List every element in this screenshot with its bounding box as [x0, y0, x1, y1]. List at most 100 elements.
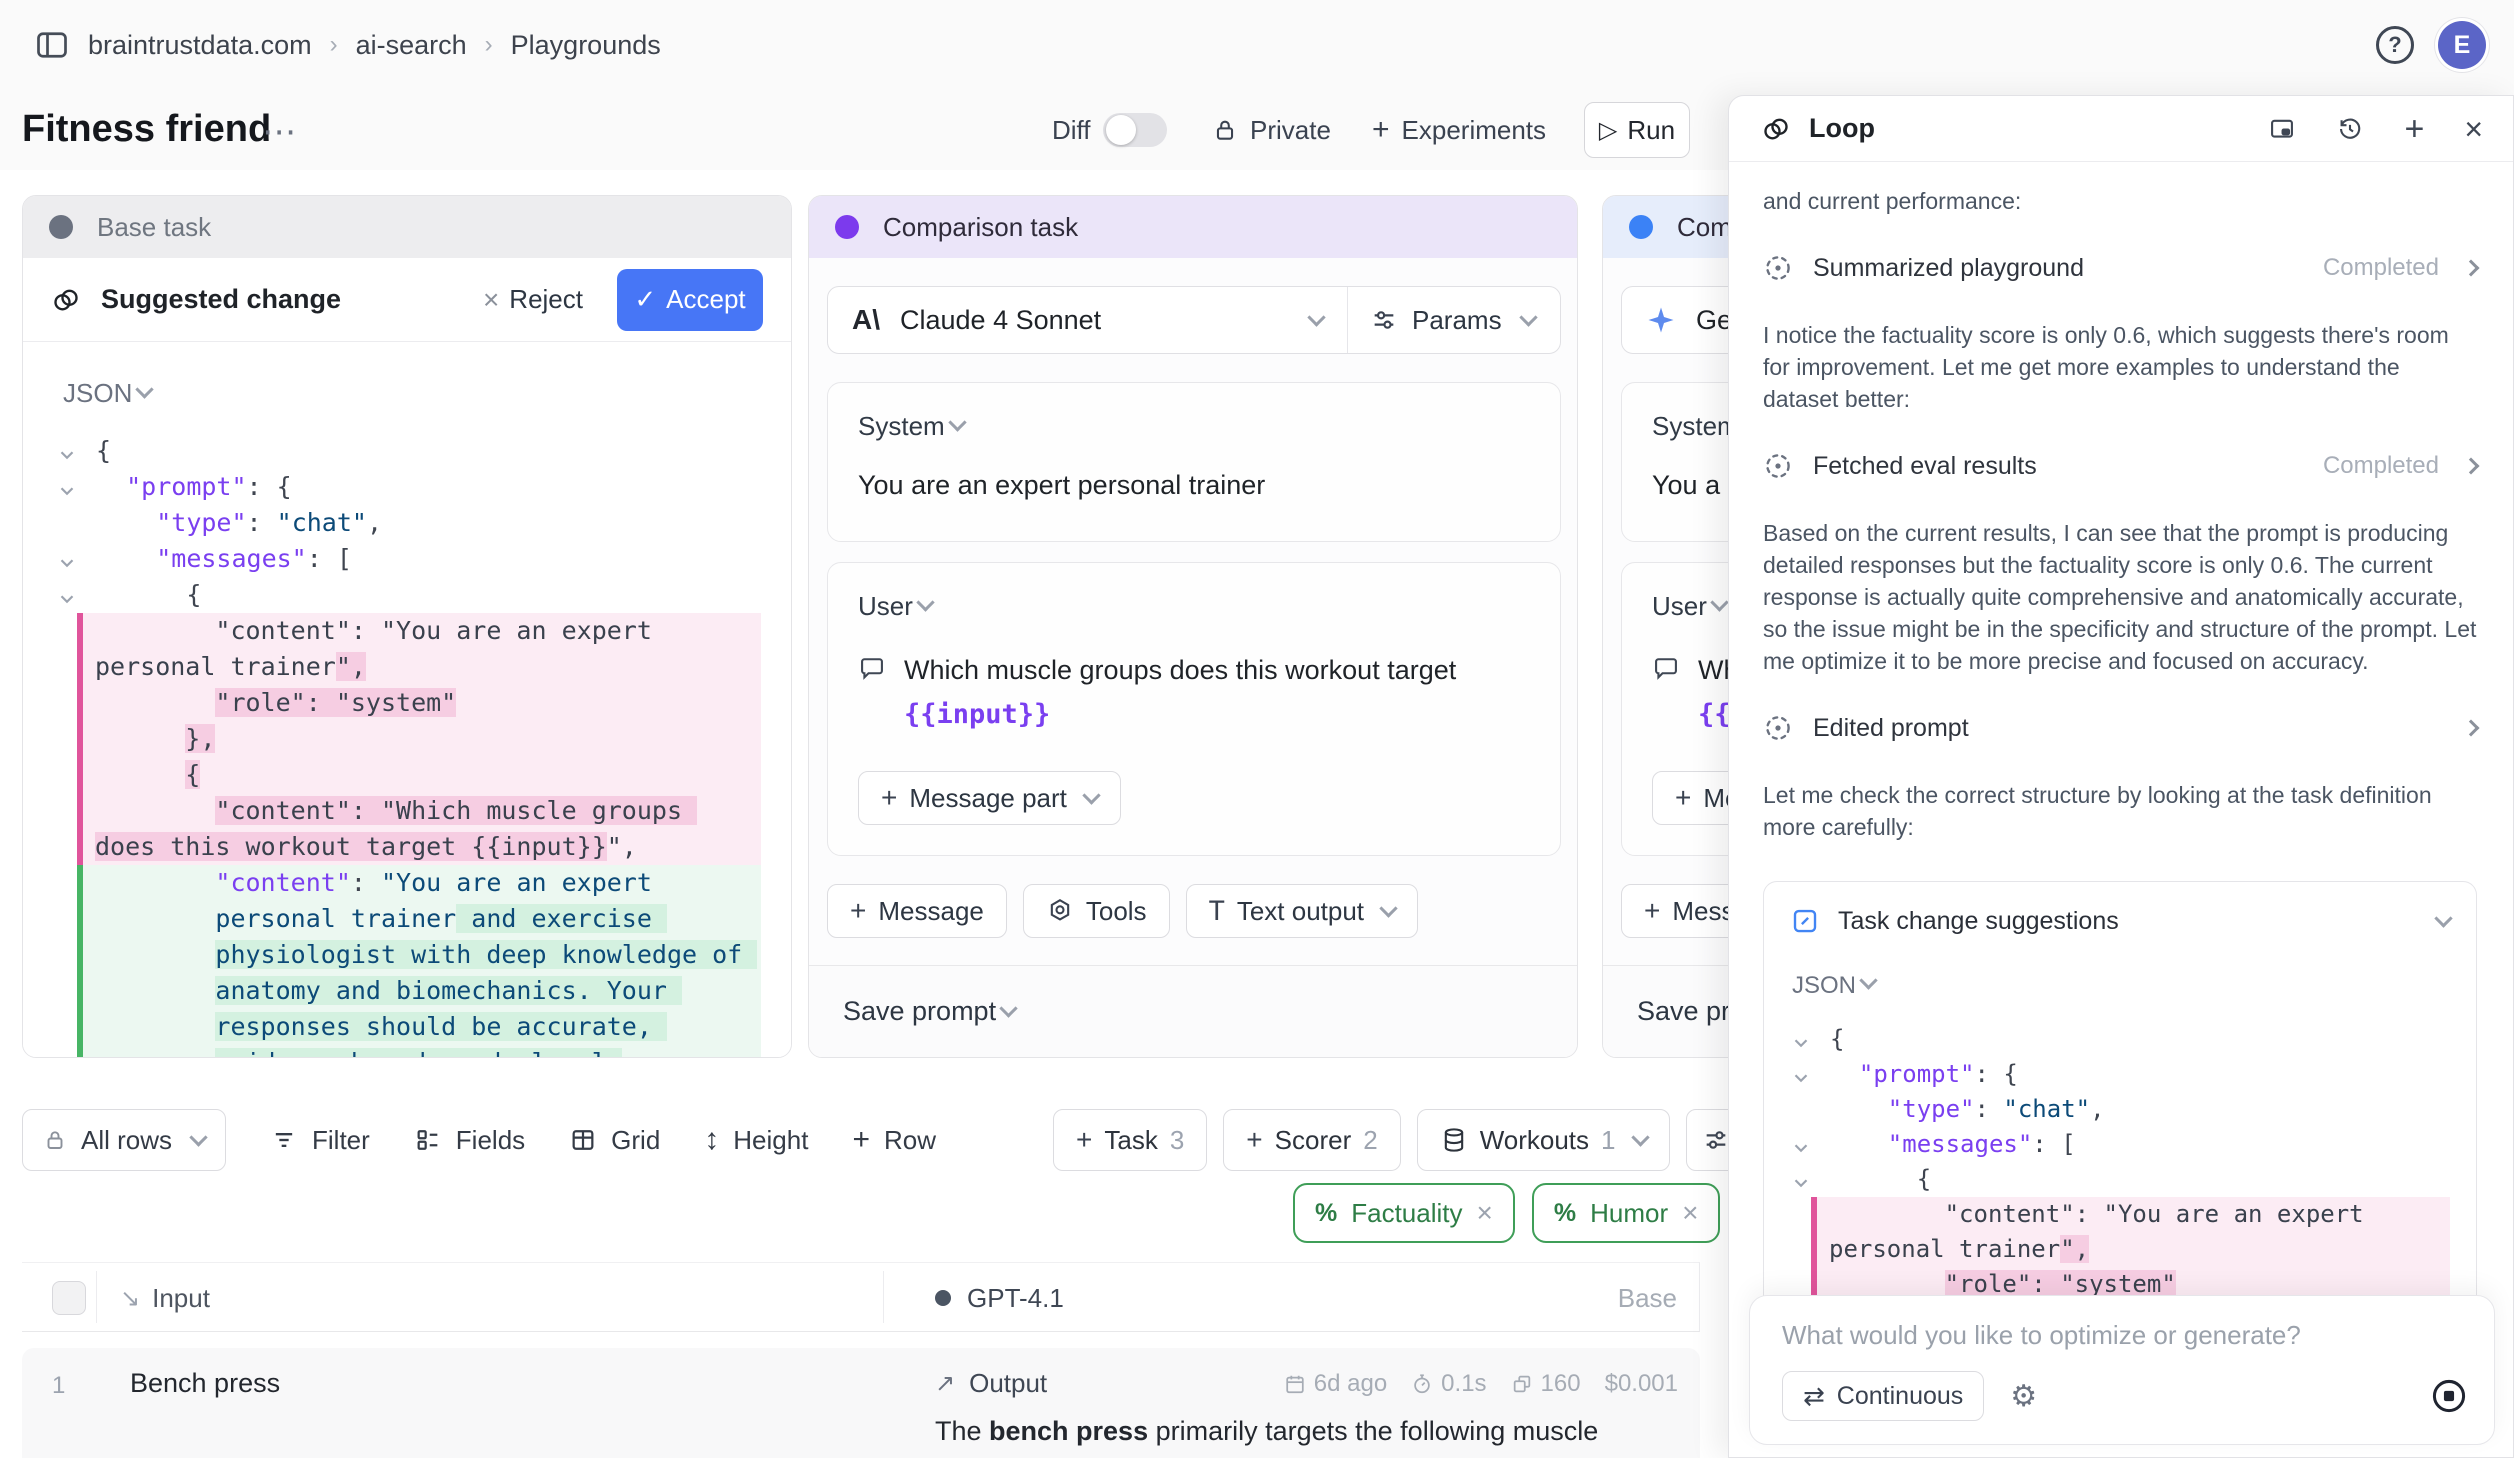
scorer-chip-factuality[interactable]: % Factuality ×	[1293, 1183, 1515, 1243]
comparison-task-label: Comparison task	[883, 212, 1078, 243]
history-icon[interactable]	[2336, 115, 2364, 143]
row-output-header[interactable]: ↗ Output	[935, 1368, 1047, 1399]
popout-icon[interactable]	[2268, 115, 2296, 143]
breadcrumb: braintrustdata.com › ai-search › Playgro…	[0, 0, 2514, 90]
height-button[interactable]: ↕ Height	[704, 1123, 808, 1157]
collapse-chevron-icon[interactable]	[1790, 1169, 1814, 1193]
column-header-input[interactable]: ↘ Input	[120, 1263, 210, 1333]
add-task-button[interactable]: + Task 3	[1053, 1109, 1207, 1171]
collapse-chevron-icon[interactable]	[56, 584, 80, 608]
sidebar-toggle-icon[interactable]	[34, 27, 70, 63]
text-output-button[interactable]: T Text output	[1186, 884, 1418, 938]
loop-prompt-input[interactable]	[1782, 1320, 2468, 1351]
system-role-select[interactable]: System	[858, 411, 1530, 442]
chevron-down-icon	[136, 380, 154, 398]
grid-button[interactable]: Grid	[569, 1125, 660, 1156]
breadcrumb-org[interactable]: braintrustdata.com	[88, 30, 312, 61]
params-icon	[1370, 306, 1398, 334]
private-label: Private	[1250, 115, 1331, 146]
save-prompt-button[interactable]: Save prompt	[809, 965, 1577, 1057]
step-status-icon	[1763, 713, 1793, 743]
accept-button[interactable]: ✓ Accept	[617, 269, 763, 331]
collapse-chevron-icon[interactable]	[56, 440, 80, 464]
scorer-chip-label: Factuality	[1351, 1198, 1462, 1229]
add-scorer-button[interactable]: + Scorer 2	[1223, 1109, 1400, 1171]
remove-icon[interactable]: ×	[1477, 1197, 1493, 1229]
base-code-editor[interactable]: JSON { "prompt": { "type": "chat", "mess…	[23, 342, 791, 1058]
save-prompt-label: Save pr	[1637, 996, 1730, 1027]
fields-button[interactable]: Fields	[414, 1125, 525, 1156]
system-message-card[interactable]: System You are an expert personal traine…	[827, 382, 1561, 542]
loop-icon	[51, 285, 81, 315]
row-output-text[interactable]: The bench press primarily targets the fo…	[935, 1410, 1687, 1458]
experiments-button[interactable]: + Experiments	[1372, 90, 1546, 170]
experiments-label: Experiments	[1402, 115, 1547, 146]
comparison-task-2-dot-icon	[1629, 215, 1653, 239]
diff-toggle[interactable]	[1103, 113, 1167, 147]
code-line: "messages": [	[1790, 1127, 2450, 1162]
format-label: JSON	[1792, 972, 1856, 999]
loop-step[interactable]: Summarized playgroundCompleted	[1763, 253, 2477, 283]
suggested-change-label: Suggested change	[101, 284, 341, 315]
add-row-button[interactable]: + Row	[852, 1123, 936, 1157]
collapse-chevron-icon[interactable]	[56, 476, 80, 500]
sparkle-icon	[1646, 305, 1676, 335]
dataset-button[interactable]: Workouts 1	[1417, 1109, 1670, 1171]
row-input-value[interactable]: Bench press	[130, 1368, 280, 1399]
row-metadata: 6d ago 0.1s 160 $0.001	[1270, 1370, 1678, 1398]
params-button[interactable]: Params	[1348, 287, 1560, 353]
tools-icon	[1046, 897, 1074, 925]
user-message-text[interactable]: Which muscle groups does this workout ta…	[904, 648, 1530, 737]
collapse-chevron-icon[interactable]	[1790, 1134, 1814, 1158]
add-message-button[interactable]: + Message	[827, 884, 1007, 938]
filter-icon	[270, 1126, 298, 1154]
user-role-select[interactable]: User	[858, 591, 1530, 622]
column-header-model[interactable]: GPT-4.1	[935, 1263, 1064, 1333]
private-button[interactable]: Private	[1212, 90, 1331, 170]
collapse-chevron-icon[interactable]	[56, 548, 80, 572]
filter-label: Filter	[312, 1125, 370, 1156]
scorer-chip-humor[interactable]: % Humor ×	[1532, 1183, 1721, 1243]
message-part-button[interactable]: + Message part	[858, 771, 1121, 825]
new-session-icon[interactable]: +	[2404, 115, 2424, 143]
page-title: Fitness friend	[22, 108, 271, 151]
ellipsis-menu-icon[interactable]: ⋯	[262, 112, 298, 152]
loop-assistant-text: Let me check the correct structure by lo…	[1763, 779, 2477, 843]
dataset-count: 1	[1601, 1125, 1615, 1156]
chevron-down-icon	[1859, 971, 1877, 989]
tools-button[interactable]: Tools	[1023, 884, 1170, 938]
loop-assistant-text: I notice the factuality score is only 0.…	[1763, 319, 2477, 415]
collapse-chevron-icon[interactable]	[1790, 1064, 1814, 1088]
collapse-chevron-icon[interactable]	[1790, 1029, 1814, 1053]
help-icon[interactable]: ?	[2376, 26, 2414, 64]
filter-button[interactable]: Filter	[270, 1125, 370, 1156]
breadcrumb-project[interactable]: ai-search	[356, 30, 467, 61]
run-label: Run	[1627, 115, 1675, 146]
format-select[interactable]: JSON	[23, 342, 791, 433]
model-select[interactable]: A\ Claude 4 Sonnet	[828, 287, 1348, 353]
loop-step[interactable]: Edited prompt	[1763, 713, 2477, 743]
remove-icon[interactable]: ×	[1682, 1197, 1698, 1229]
stop-icon[interactable]	[2430, 1377, 2468, 1415]
fields-icon	[414, 1126, 442, 1154]
breadcrumb-section[interactable]: Playgrounds	[511, 30, 661, 61]
reject-button[interactable]: × Reject	[483, 284, 583, 316]
task-change-suggestions-card[interactable]: Task change suggestions JSON { "prompt":…	[1763, 881, 2477, 1333]
close-icon[interactable]: ×	[2464, 115, 2483, 143]
comparison-task-header: Comparison task	[809, 196, 1577, 258]
chevron-down-icon	[1307, 308, 1325, 326]
user-message-card[interactable]: User Which muscle groups does this worko…	[827, 562, 1561, 856]
table-row[interactable]: 1 Bench press ↗ Output 6d ago 0.1s 160 $…	[22, 1348, 1700, 1458]
run-button[interactable]: ▷ Run	[1584, 102, 1690, 158]
loop-step[interactable]: Fetched eval resultsCompleted	[1763, 451, 2477, 481]
text-output-icon: T	[1209, 896, 1225, 927]
gear-icon[interactable]: ⚙	[2010, 1379, 2037, 1414]
system-message-text[interactable]: You are an expert personal trainer	[858, 470, 1530, 501]
all-rows-filter-button[interactable]: All rows	[22, 1109, 226, 1171]
continuous-mode-button[interactable]: ⇄ Continuous	[1782, 1371, 1984, 1421]
format-select[interactable]: JSON	[1790, 936, 2450, 1022]
select-all-checkbox[interactable]	[52, 1281, 86, 1315]
chevron-right-icon	[2463, 260, 2480, 277]
chevron-down-icon	[999, 999, 1017, 1017]
avatar[interactable]: E	[2438, 21, 2486, 69]
